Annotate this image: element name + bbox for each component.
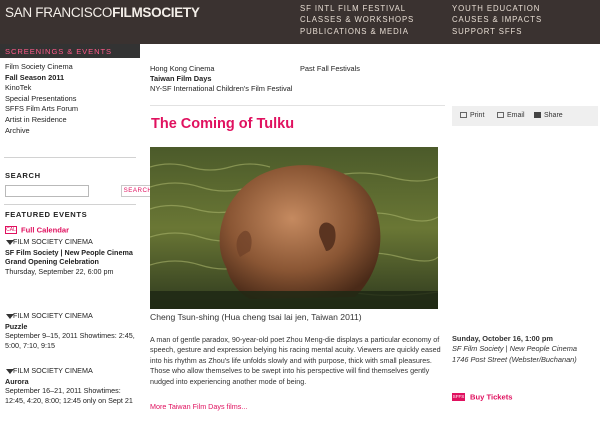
- top-nav-item[interactable]: Causes & Impacts: [452, 14, 542, 25]
- email-button[interactable]: Email: [497, 112, 525, 119]
- top-nav-column-2: Youth Education Causes & Impacts Support…: [452, 3, 542, 37]
- film-still-illustration: [150, 147, 438, 309]
- content-divider: [150, 105, 445, 106]
- share-toolbar: Print Email Share: [452, 106, 598, 126]
- screening-date: Sunday, October 16, 1:00 pm: [452, 334, 553, 343]
- sidebar-divider: [4, 204, 136, 205]
- sidebar-item[interactable]: SFFS Film Arts Forum: [5, 104, 140, 115]
- sidebar-divider: [4, 157, 136, 158]
- photo-caption: Cheng Tsun-shing (Hua cheng tsai lai jen…: [150, 312, 362, 322]
- buy-tickets-link[interactable]: Buy Tickets: [470, 392, 513, 401]
- featured-event-category[interactable]: Film Society Cinema: [5, 311, 137, 321]
- sidebar-item-active[interactable]: Fall Season 2011: [5, 73, 140, 84]
- plus-icon: [534, 112, 541, 118]
- logo-text-light: SAN FRANCISCO: [5, 5, 113, 20]
- screening-info: Sunday, October 16, 1:00 pm SF Film Soci…: [452, 334, 598, 365]
- featured-event-title[interactable]: Aurora: [5, 377, 137, 387]
- share-button[interactable]: Share: [534, 112, 563, 119]
- featured-event-info: September 16–21, 2011 Showtimes: 12:45, …: [5, 386, 133, 405]
- site-logo[interactable]: SAN FRANCISCOFILMSOCIETY: [5, 5, 200, 20]
- search-form: Search: [5, 185, 155, 199]
- subnav-item[interactable]: NY-SF International Children's Film Fest…: [150, 84, 292, 94]
- top-nav-item[interactable]: Publications & Media: [300, 26, 414, 37]
- triangle-icon: [6, 369, 14, 374]
- top-nav-item[interactable]: Youth Education: [452, 3, 542, 14]
- logo-text-bold: FILMSOCIETY: [112, 5, 200, 20]
- top-nav-item[interactable]: SF Intl Film Festival: [300, 3, 414, 14]
- featured-event: Film Society Cinema Aurora September 16–…: [5, 366, 137, 406]
- featured-event-info: Thursday, September 22, 6:00 pm: [5, 266, 114, 276]
- featured-event-info: September 9–15, 2011 Showtimes: 2:45, 5:…: [5, 331, 135, 350]
- full-calendar-row: CAL Full Calendar: [5, 225, 69, 234]
- screening-address: 1746 Post Street (Webster/Buchanan): [452, 354, 577, 364]
- sidebar: Screenings & Events Film Society Cinema …: [0, 44, 155, 427]
- print-button[interactable]: Print: [460, 112, 484, 119]
- film-description: A man of gentle paradox, 90-year-old poe…: [150, 335, 441, 386]
- sidebar-item[interactable]: Special Presentations: [5, 94, 140, 105]
- film-still-image: [150, 147, 438, 309]
- featured-event-title[interactable]: SF Film Society | New People Cinema Gran…: [5, 248, 137, 267]
- featured-event-title[interactable]: Puzzle: [5, 322, 137, 332]
- printer-icon: [460, 112, 467, 118]
- calendar-icon: CAL: [5, 225, 17, 234]
- sidebar-menu: Film Society Cinema Fall Season 2011 Kin…: [0, 58, 140, 136]
- search-input[interactable]: [5, 185, 89, 197]
- top-nav-item[interactable]: Support SFFS: [452, 26, 542, 37]
- buy-tickets[interactable]: SFFS Buy Tickets: [452, 392, 513, 401]
- top-nav-column-1: SF Intl Film Festival Classes & Workshop…: [300, 3, 414, 37]
- sidebar-section-title: Screenings & Events: [0, 44, 140, 58]
- featured-event-category[interactable]: Film Society Cinema: [5, 237, 137, 247]
- envelope-icon: [497, 112, 504, 118]
- site-header: SAN FRANCISCOFILMSOCIETY SF Intl Film Fe…: [0, 0, 600, 44]
- top-nav-item[interactable]: Classes & Workshops: [300, 14, 414, 25]
- subnav-item[interactable]: Past Fall Festivals: [300, 64, 360, 74]
- sidebar-item[interactable]: Artist in Residence: [5, 115, 140, 126]
- triangle-icon: [6, 240, 14, 245]
- full-calendar-link[interactable]: Full Calendar: [21, 225, 69, 234]
- featured-event-category[interactable]: Film Society Cinema: [5, 366, 137, 376]
- screening-venue[interactable]: SF Film Society | New People Cinema: [452, 344, 598, 354]
- featured-events-heading: Featured Events: [5, 210, 88, 219]
- triangle-icon: [6, 314, 14, 319]
- page-title: The Coming of Tulku: [151, 116, 295, 132]
- sidebar-item[interactable]: Film Society Cinema: [5, 62, 140, 73]
- ticket-icon: SFFS: [452, 392, 465, 401]
- sidebar-item[interactable]: Archive: [5, 126, 140, 137]
- subnav-item[interactable]: Hong Kong Cinema: [150, 64, 292, 74]
- subnav-item-active[interactable]: Taiwan Film Days: [150, 74, 292, 84]
- featured-event: Film Society Cinema Puzzle September 9–1…: [5, 311, 137, 351]
- search-heading: Search: [5, 171, 41, 180]
- subnav-column-2: Past Fall Festivals: [300, 64, 360, 74]
- subnav-column-1: Hong Kong Cinema Taiwan Film Days NY-SF …: [150, 64, 292, 94]
- featured-event: Film Society Cinema SF Film Society | Ne…: [5, 237, 137, 277]
- more-films-link[interactable]: More Taiwan Film Days films...: [150, 402, 247, 411]
- sidebar-item[interactable]: KinoTek: [5, 83, 140, 94]
